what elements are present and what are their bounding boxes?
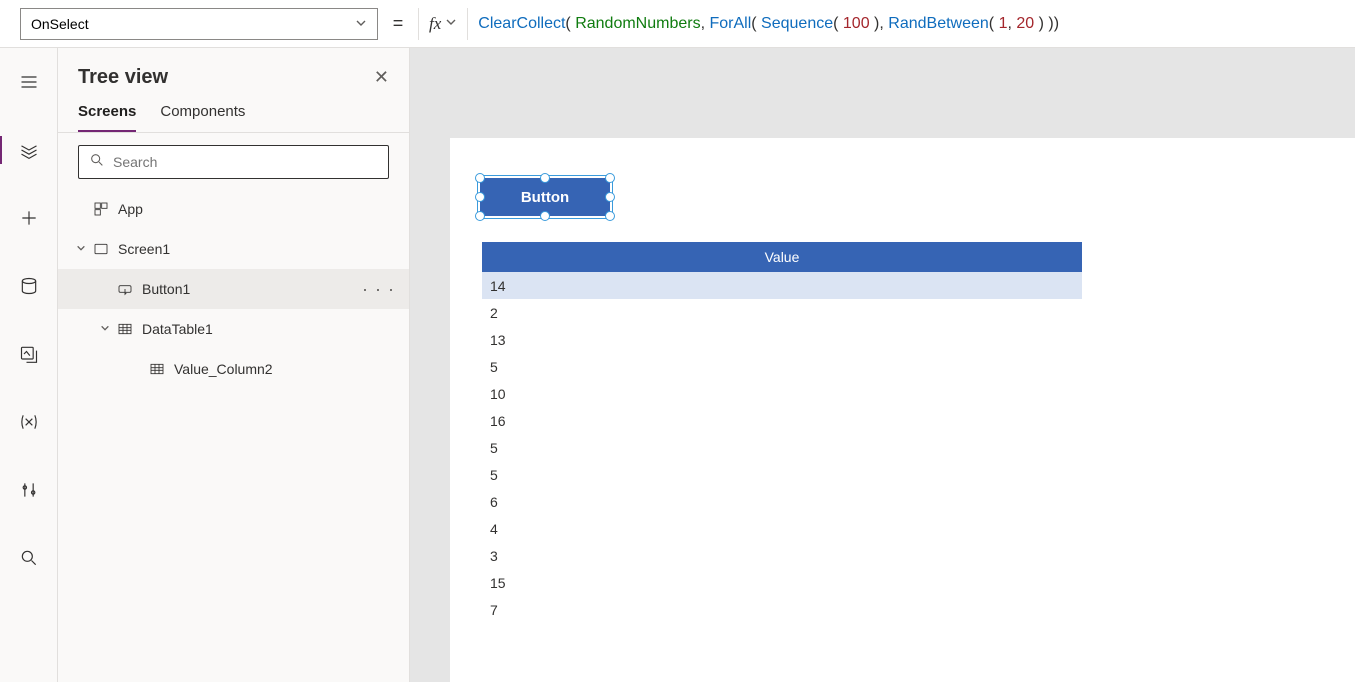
expand-toggle-icon[interactable] — [98, 323, 112, 336]
formula-token: 100 — [843, 15, 870, 33]
tree-panel: Tree view ✕ Screens Components App Screen… — [58, 48, 410, 682]
tree-list: App Screen1 Button1· · · DataTable1 Value_Co… — [58, 189, 409, 682]
table-row[interactable]: 10 — [482, 380, 1082, 407]
tree-node-label: Button1 — [142, 281, 190, 297]
formula-token: , — [1007, 15, 1016, 33]
tree-node-screen1[interactable]: Screen1 — [58, 229, 409, 269]
chevron-down-icon — [355, 16, 367, 32]
tree-node-label: DataTable1 — [142, 321, 213, 337]
formula-token: 20 — [1016, 15, 1034, 33]
table-row[interactable]: 15 — [482, 569, 1082, 596]
table-icon — [116, 321, 134, 337]
insert-icon[interactable] — [9, 198, 49, 238]
formula-token: ) )) — [1034, 15, 1059, 33]
table-row[interactable]: 5 — [482, 353, 1082, 380]
tab-components[interactable]: Components — [160, 103, 245, 132]
formula-token: ), — [870, 15, 889, 33]
close-panel-button[interactable]: ✕ — [374, 67, 389, 88]
table-row[interactable]: 2 — [482, 299, 1082, 326]
formula-token: , — [701, 15, 710, 33]
formula-token: RandomNumbers — [575, 15, 700, 33]
formula-token: Sequence — [761, 15, 833, 33]
formula-bar: OnSelect = fx ClearCollect( RandomNumber… — [0, 0, 1355, 48]
table-row[interactable]: 4 — [482, 515, 1082, 542]
media-icon[interactable] — [9, 334, 49, 374]
tree-node-datatable1[interactable]: DataTable1 — [58, 309, 409, 349]
screen-icon — [92, 241, 110, 257]
fx-icon: fx — [429, 14, 441, 34]
advanced-tools-icon[interactable] — [9, 470, 49, 510]
search-icon[interactable] — [9, 538, 49, 578]
data-table[interactable]: Value 142135101655643157 — [482, 242, 1082, 623]
equals-label: = — [378, 13, 418, 34]
table-row[interactable]: 5 — [482, 461, 1082, 488]
formula-token: ClearCollect — [478, 15, 565, 33]
table-row[interactable]: 3 — [482, 542, 1082, 569]
tree-node-value_column2[interactable]: Value_Column2 — [58, 349, 409, 389]
canvas-area[interactable]: Button Value 142135101655643157 — [410, 48, 1355, 682]
table-row[interactable]: 7 — [482, 596, 1082, 623]
fx-button[interactable]: fx — [418, 8, 468, 40]
tab-screens[interactable]: Screens — [78, 103, 136, 132]
property-selector-label: OnSelect — [31, 16, 89, 32]
main-layout: Tree view ✕ Screens Components App Screen… — [0, 48, 1355, 682]
selected-control[interactable]: Button — [480, 178, 610, 216]
app-icon — [92, 201, 110, 217]
tree-view-icon[interactable] — [9, 130, 49, 170]
table-row[interactable]: 14 — [482, 272, 1082, 299]
property-selector[interactable]: OnSelect — [20, 8, 378, 40]
canvas-button[interactable]: Button — [480, 178, 610, 216]
search-input[interactable] — [113, 154, 378, 170]
table-row[interactable]: 5 — [482, 434, 1082, 461]
expand-toggle-icon[interactable] — [74, 243, 88, 256]
formula-token: ( — [989, 15, 999, 33]
tree-node-label: Value_Column2 — [174, 361, 273, 377]
tree-node-app[interactable]: App — [58, 189, 409, 229]
formula-token: ( — [833, 15, 843, 33]
formula-token: ( — [565, 15, 575, 33]
left-rail — [0, 48, 58, 682]
table-row[interactable]: 16 — [482, 407, 1082, 434]
variables-icon[interactable] — [9, 402, 49, 442]
tree-tabs: Screens Components — [58, 89, 409, 133]
column-icon — [148, 361, 166, 377]
table-header[interactable]: Value — [482, 242, 1082, 272]
formula-token: ( — [751, 15, 761, 33]
formula-token: ForAll — [709, 15, 751, 33]
formula-token: 1 — [999, 15, 1008, 33]
button-icon — [116, 281, 134, 297]
hamburger-icon[interactable] — [9, 62, 49, 102]
screen-surface[interactable]: Button Value 142135101655643157 — [450, 138, 1355, 682]
tree-node-button1[interactable]: Button1· · · — [58, 269, 409, 309]
table-row[interactable]: 6 — [482, 488, 1082, 515]
formula-input[interactable]: ClearCollect( RandomNumbers, ForAll( Seq… — [468, 8, 1355, 40]
formula-token: RandBetween — [888, 15, 989, 33]
chevron-down-icon — [445, 16, 457, 31]
tree-search[interactable] — [78, 145, 389, 179]
tree-node-label: App — [118, 201, 143, 217]
tree-panel-title: Tree view — [78, 66, 168, 89]
data-icon[interactable] — [9, 266, 49, 306]
search-icon — [89, 152, 105, 173]
table-row[interactable]: 13 — [482, 326, 1082, 353]
tree-node-label: Screen1 — [118, 241, 170, 257]
